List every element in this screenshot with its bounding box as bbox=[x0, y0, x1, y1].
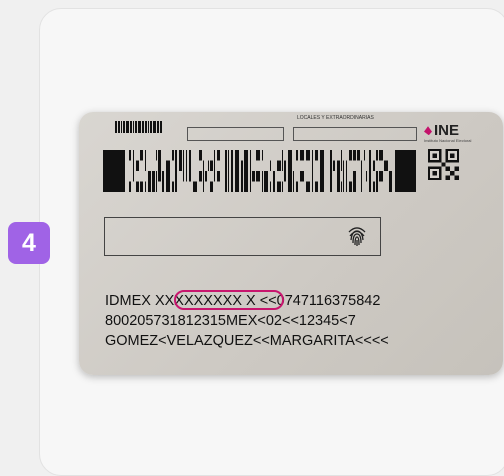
qr-code-icon bbox=[428, 149, 459, 180]
ine-logo-subtitle: Instituto Nacional Electoral bbox=[424, 138, 472, 143]
mrz-cic-number: XXXXXXXXX bbox=[154, 293, 242, 309]
card-box-right bbox=[293, 127, 417, 141]
mrz-line-3: GOMEZ<VELAZQUEZ<<MARGARITA<<<< bbox=[105, 333, 389, 349]
ine-logo-text: INE bbox=[434, 122, 460, 139]
ine-card-back: LOCALES Y EXTRAORDINARIAS INE Instituto … bbox=[79, 112, 503, 375]
fingerprint-icon bbox=[348, 227, 366, 246]
mrz-line-1: IDMEX XXXXXXXXX X <<0747116375842 bbox=[105, 290, 389, 311]
step-number: 4 bbox=[22, 228, 36, 257]
mrz-line1-prefix: IDMEX bbox=[105, 293, 151, 309]
ine-mark-icon bbox=[424, 126, 432, 136]
step-badge: 4 bbox=[8, 222, 50, 264]
ine-logo: INE Instituto Nacional Electoral bbox=[424, 122, 471, 143]
mrz-block: IDMEX XXXXXXXXX X <<0747116375842 800205… bbox=[105, 290, 389, 351]
small-barcode bbox=[115, 121, 162, 133]
mrz-line-2: 800205731812315MEX<02<<12345<7 bbox=[105, 313, 356, 329]
mrz-line1-suffix: X <<0747116375842 bbox=[246, 293, 381, 309]
card-box-left bbox=[187, 127, 284, 141]
pdf417-barcode bbox=[103, 150, 416, 192]
signature-field bbox=[104, 217, 381, 256]
card-header-label: LOCALES Y EXTRAORDINARIAS bbox=[297, 115, 374, 121]
